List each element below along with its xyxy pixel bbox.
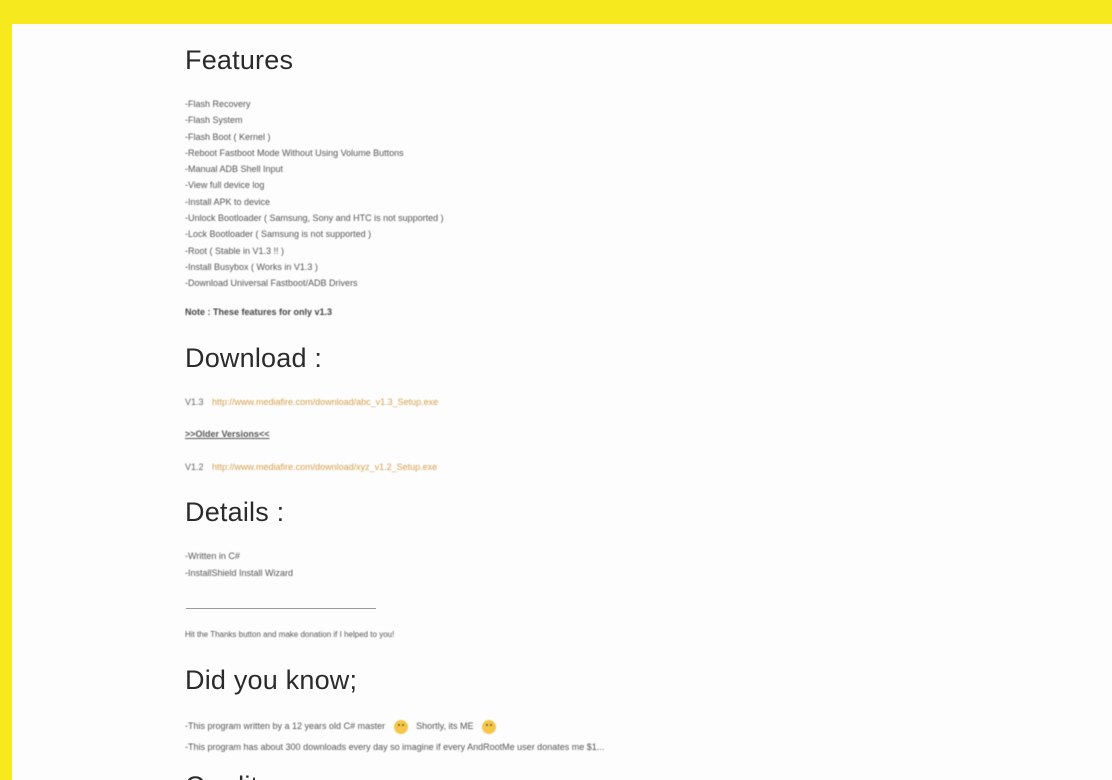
feature-item: -Download Universal Fastboot/ADB Drivers (185, 278, 358, 289)
did-you-know-item: -This program has about 300 downloads ev… (185, 742, 605, 752)
details-list: -Written in C# -InstallShield Install Wi… (185, 548, 293, 581)
page-frame: Features -Flash Recovery -Flash System -… (12, 24, 1112, 780)
smiley-face-icon (481, 719, 496, 734)
feature-item: -Manual ADB Shell Input (185, 164, 284, 175)
details-heading: Details : (185, 497, 285, 527)
feature-item: -Lock Bootloader ( Samsung is not suppor… (185, 229, 372, 240)
features-list: -Flash Recovery -Flash System -Flash Boo… (185, 96, 444, 292)
did-you-know-heading: Did you know; (185, 665, 358, 695)
feature-item: -Flash System (185, 115, 243, 126)
did-you-know-list: -This program written by a 12 years old … (185, 716, 604, 758)
feature-item: -View full device log (185, 180, 265, 191)
did-you-know-item: -This program written by a 12 years old … (185, 716, 604, 737)
download-latest-link[interactable]: http://www.mediafire.com/download/abc_v1… (212, 397, 438, 407)
next-section-heading: Credits : (185, 770, 287, 780)
did-you-know-text: Shortly, its ME (416, 721, 474, 731)
feature-item: -Install APK to device (185, 196, 271, 207)
features-heading: Features (185, 45, 294, 75)
download-older-link[interactable]: http://www.mediafire.com/download/xyz_v1… (212, 462, 437, 472)
smiley-face-icon (393, 719, 408, 734)
feature-item: -Flash Boot ( Kernel ) (185, 131, 271, 142)
download-latest-row: V1.3 http://www.mediafire.com/download/a… (185, 397, 438, 407)
did-you-know-text: -This program written by a 12 years old … (185, 721, 386, 731)
feature-item: -Reboot Fastboot Mode Without Using Volu… (185, 147, 404, 158)
divider (186, 608, 376, 609)
download-older-row: V1.2 http://www.mediafire.com/download/x… (185, 462, 437, 472)
download-older-version: V1.2 (185, 462, 204, 472)
thanks-text: Hit the Thanks button and make donation … (185, 630, 395, 639)
details-item: -InstallShield Install Wizard (185, 567, 294, 578)
feature-item: -Flash Recovery (185, 99, 251, 109)
feature-item: -Install Busybox ( Works in V1.3 ) (185, 261, 318, 272)
feature-item: -Root ( Stable in V1.3 !! ) (185, 245, 285, 256)
feature-item: -Unlock Bootloader ( Samsung, Sony and H… (185, 213, 444, 224)
download-latest-version: V1.3 (185, 397, 204, 407)
details-item: -Written in C# (185, 551, 240, 561)
download-heading: Download : (185, 343, 323, 373)
older-versions-link[interactable]: >>Older Versions<< (185, 429, 270, 439)
features-note: Note : These features for only v1.3 (185, 307, 333, 317)
